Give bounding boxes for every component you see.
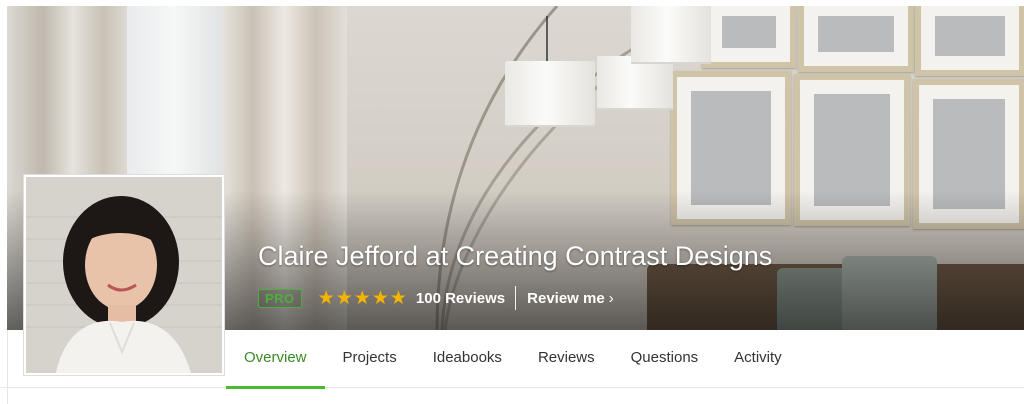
left-border [7, 330, 8, 404]
lamp-shade [505, 61, 595, 127]
reviews-count-link[interactable]: 100 Reviews [416, 290, 505, 307]
pro-badge: PRO [258, 288, 302, 308]
tab-projects[interactable]: Projects [325, 331, 415, 387]
profile-name: Claire Jefford at Creating Contrast Desi… [258, 241, 773, 271]
tab-questions[interactable]: Questions [613, 331, 717, 387]
tab-overview[interactable]: Overview [226, 331, 325, 389]
avatar[interactable] [24, 175, 224, 375]
star-icon: ★ [371, 287, 389, 309]
star-icon: ★ [353, 287, 371, 309]
chevron-right-icon[interactable]: › [609, 290, 614, 307]
tab-ideabooks[interactable]: Ideabooks [415, 331, 520, 387]
lamp-shade [631, 6, 711, 64]
tabs-divider [0, 387, 1024, 388]
star-icon: ★ [335, 287, 353, 309]
divider [515, 286, 517, 310]
rating-stars: ★ ★ ★ ★ ★ [318, 289, 407, 308]
tab-activity[interactable]: Activity [716, 331, 800, 387]
star-icon: ★ [317, 287, 335, 309]
review-me-link[interactable]: Review me [527, 290, 605, 307]
profile-tabs: Overview Projects Ideabooks Reviews Ques… [226, 331, 1024, 389]
avatar-photo [26, 177, 222, 373]
lamp-shade [597, 56, 673, 110]
profile-meta: PRO ★ ★ ★ ★ ★ 100 Reviews Review me › [258, 286, 614, 310]
star-icon: ★ [389, 287, 407, 309]
tab-reviews[interactable]: Reviews [520, 331, 613, 387]
